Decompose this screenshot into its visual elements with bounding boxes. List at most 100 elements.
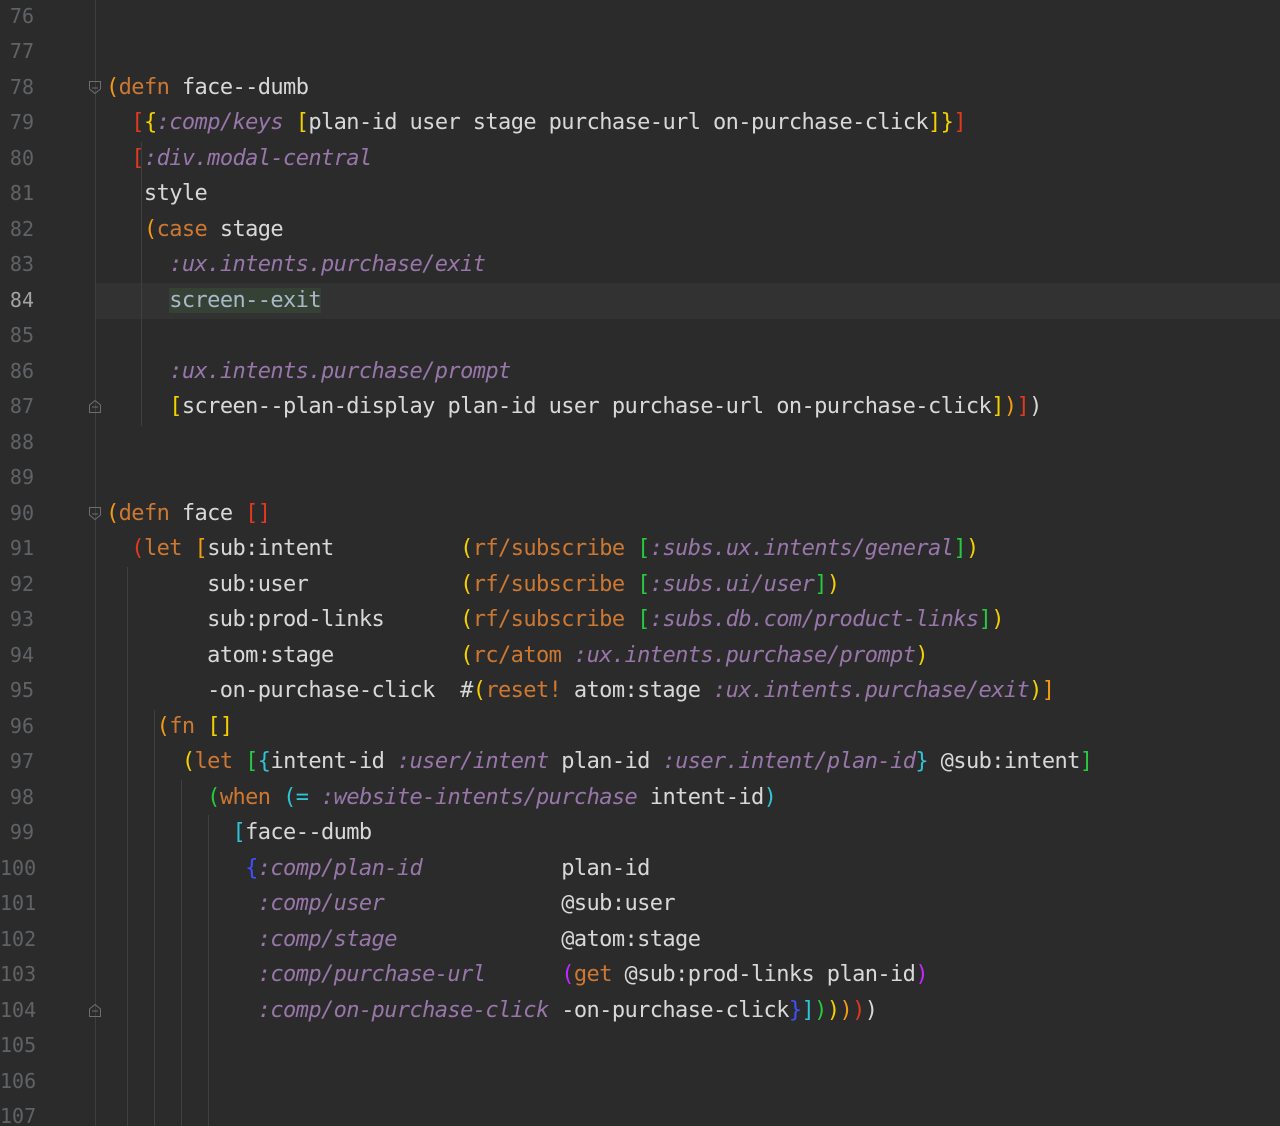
line-number[interactable]: 91 [0, 531, 34, 567]
code-line[interactable]: 80 [:div.modal-central [0, 141, 1280, 177]
code-text[interactable]: [{:comp/keys [plan-id user stage purchas… [106, 105, 966, 141]
code-line[interactable]: 97 (let [{intent-id :user/intent plan-id… [0, 744, 1280, 780]
code-line[interactable]: 76 [0, 0, 1280, 34]
code-line[interactable]: 103 :comp/purchase-url (get @sub:prod-li… [0, 957, 1280, 993]
code-text[interactable]: :comp/stage @atom:stage [106, 922, 701, 958]
code-line[interactable]: 96 (fn [] [0, 709, 1280, 745]
line-number[interactable]: 81 [0, 176, 34, 212]
line-number[interactable]: 97 [0, 744, 34, 780]
line-number[interactable]: 87 [0, 389, 34, 425]
code-text[interactable]: [:div.modal-central [106, 141, 372, 177]
line-number[interactable]: 82 [0, 212, 34, 248]
line-number[interactable]: 101 [0, 886, 36, 922]
code-line[interactable]: 86 :ux.intents.purchase/prompt [0, 354, 1280, 390]
code-text[interactable]: sub:user (rf/subscribe [:subs.ui/user]) [106, 567, 840, 603]
code-line[interactable]: 84 screen--exit [0, 283, 1280, 319]
code-text[interactable]: (defn face--dumb [106, 70, 309, 106]
line-number[interactable]: 80 [0, 141, 34, 177]
line-number[interactable]: 84 [0, 283, 34, 319]
line-number[interactable]: 86 [0, 354, 34, 390]
line-number[interactable]: 85 [0, 318, 34, 354]
code-text[interactable]: (defn face [] [106, 496, 271, 532]
code-line[interactable]: 94 atom:stage (rc/atom :ux.intents.purch… [0, 638, 1280, 674]
code-line[interactable]: 91 (let [sub:intent (rf/subscribe [:subs… [0, 531, 1280, 567]
code-line[interactable]: 87 [screen--plan-display plan-id user pu… [0, 389, 1280, 425]
code-line[interactable]: 93 sub:prod-links (rf/subscribe [:subs.d… [0, 602, 1280, 638]
line-number[interactable]: 98 [0, 780, 34, 816]
code-token: @sub:intent [928, 749, 1081, 774]
code-line[interactable]: 99 [face--dumb [0, 815, 1280, 851]
line-number[interactable]: 96 [0, 709, 34, 745]
code-token: ] [928, 110, 941, 135]
line-number[interactable]: 79 [0, 105, 34, 141]
code-text[interactable]: (when (= :website-intents/purchase inten… [106, 780, 777, 816]
code-line[interactable]: 95 -on-purchase-click #(reset! atom:stag… [0, 673, 1280, 709]
line-number[interactable]: 77 [0, 34, 34, 70]
line-number[interactable]: 90 [0, 496, 34, 532]
code-line[interactable]: 90 (defn face [] [0, 496, 1280, 532]
code-text[interactable]: (let [sub:intent (rf/subscribe [:subs.ux… [106, 531, 979, 567]
line-number[interactable]: 107 [0, 1099, 36, 1126]
line-number[interactable]: 83 [0, 247, 34, 283]
code-line[interactable]: 88 [0, 425, 1280, 461]
fold-end-icon[interactable] [89, 1003, 101, 1017]
line-number[interactable]: 93 [0, 602, 34, 638]
code-line[interactable]: 107 [0, 1099, 1280, 1126]
line-number[interactable]: 102 [0, 922, 36, 958]
line-number[interactable]: 92 [0, 567, 34, 603]
code-text[interactable]: :ux.intents.purchase/prompt [106, 354, 511, 390]
fold-start-icon[interactable] [89, 80, 101, 94]
line-number[interactable]: 88 [0, 425, 34, 461]
code-editor[interactable]: 76 77 78 (defn face--dumb 79 [{:comp/keys [p… [0, 0, 1280, 1126]
fold-end-icon[interactable] [89, 400, 101, 413]
code-line[interactable]: 98 (when (= :website-intents/purchase in… [0, 780, 1280, 816]
code-line[interactable]: 77 [0, 34, 1280, 70]
code-text[interactable]: [screen--plan-display plan-id user purch… [106, 389, 1042, 425]
code-line[interactable]: 85 [0, 318, 1280, 354]
code-text[interactable]: -on-purchase-click #(reset! atom:stage :… [106, 673, 1055, 709]
line-number[interactable]: 95 [0, 673, 34, 709]
line-number[interactable]: 99 [0, 815, 34, 851]
code-text[interactable]: (case stage [106, 212, 284, 248]
line-number[interactable]: 78 [0, 70, 34, 106]
code-line[interactable]: 83 :ux.intents.purchase/exit [0, 247, 1280, 283]
code-token: ( [131, 536, 144, 561]
code-token: ( [561, 962, 574, 987]
code-token: sub:intent [207, 536, 461, 561]
code-line[interactable]: 89 [0, 460, 1280, 496]
line-number[interactable]: 103 [0, 957, 36, 993]
code-text[interactable]: :comp/on-purchase-click -on-purchase-cli… [106, 993, 878, 1029]
code-line[interactable]: 81 style [0, 176, 1280, 212]
code-line[interactable]: 102 :comp/stage @atom:stage [0, 922, 1280, 958]
code-text[interactable]: sub:prod-links (rf/subscribe [:subs.db.c… [106, 602, 1004, 638]
code-line[interactable]: 79 [{:comp/keys [plan-id user stage purc… [0, 105, 1280, 141]
line-number[interactable]: 105 [0, 1028, 36, 1064]
code-text[interactable]: style [106, 176, 208, 212]
code-line[interactable]: 106 [0, 1064, 1280, 1100]
code-line[interactable]: 105 [0, 1028, 1280, 1064]
code-line[interactable]: 104 :comp/on-purchase-click -on-purchase… [0, 993, 1280, 1029]
code-text[interactable]: screen--exit [106, 283, 322, 319]
line-number[interactable]: 76 [0, 0, 34, 34]
code-text[interactable]: [face--dumb [106, 815, 372, 851]
code-text[interactable]: (fn [] [106, 709, 234, 745]
code-text[interactable]: {:comp/plan-id plan-id [106, 851, 650, 887]
code-text[interactable]: atom:stage (rc/atom :ux.intents.purchase… [106, 638, 928, 674]
line-number[interactable]: 106 [0, 1064, 36, 1100]
code-line[interactable]: 101 :comp/user @sub:user [0, 886, 1280, 922]
line-number[interactable]: 89 [0, 460, 34, 496]
code-line[interactable]: 92 sub:user (rf/subscribe [:subs.ui/user… [0, 567, 1280, 603]
code-text[interactable]: (let [{intent-id :user/intent plan-id :u… [106, 744, 1093, 780]
code-token: (= [283, 784, 309, 810]
line-number[interactable]: 100 [0, 851, 36, 887]
code-text[interactable]: :comp/user @sub:user [106, 886, 676, 922]
line-number[interactable]: 104 [0, 993, 36, 1029]
code-text[interactable]: :comp/purchase-url (get @sub:prod-links … [106, 957, 929, 993]
code-line[interactable]: 100 {:comp/plan-id plan-id [0, 851, 1280, 887]
code-line[interactable]: 78 (defn face--dumb [0, 70, 1280, 106]
fold-start-icon[interactable] [89, 506, 101, 520]
code-line[interactable]: 82 (case stage [0, 212, 1280, 248]
line-number[interactable]: 94 [0, 638, 34, 674]
code-text[interactable]: :ux.intents.purchase/exit [106, 247, 486, 283]
